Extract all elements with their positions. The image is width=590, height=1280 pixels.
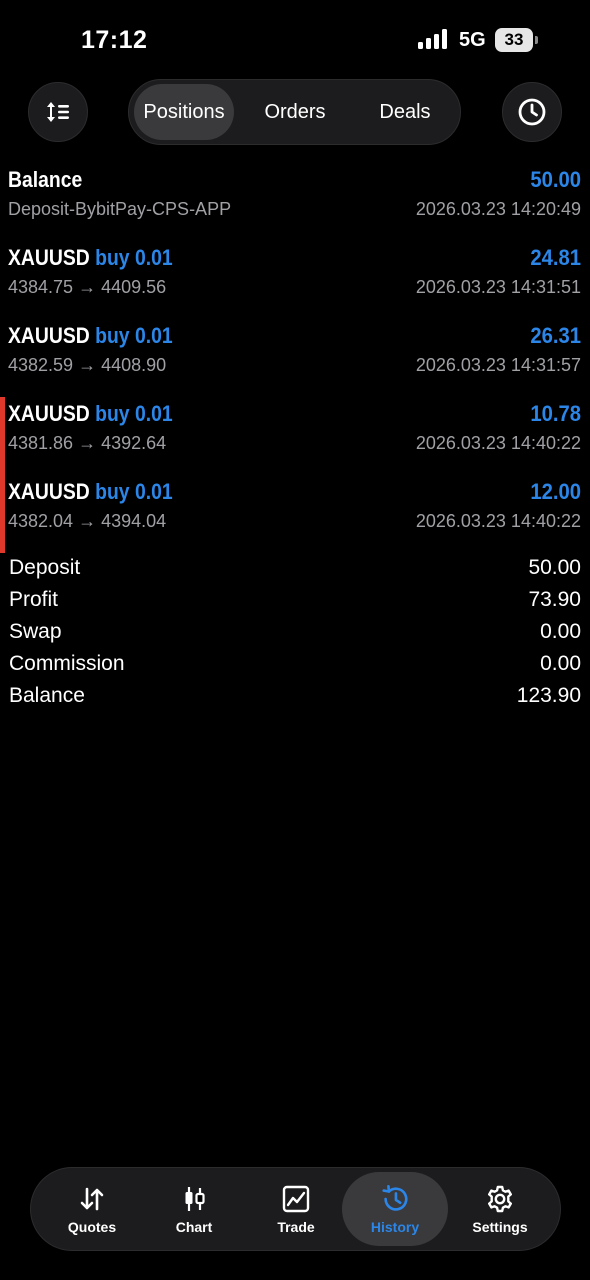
nav-quotes[interactable]: Quotes <box>39 1172 145 1246</box>
deal-side: buy 0.01 <box>95 323 173 348</box>
deal-symbol-name: XAUUSD <box>8 479 90 504</box>
deal-time: 2026.03.23 14:31:57 <box>415 355 581 375</box>
history-icon <box>380 1184 410 1214</box>
tab-deals[interactable]: Deals <box>352 84 458 140</box>
summary-label: Deposit <box>9 556 81 579</box>
summary-value: 0.00 <box>540 620 581 643</box>
deal-symbol-name: XAUUSD <box>8 323 90 348</box>
deal-time: 2026.03.23 14:40:22 <box>415 511 581 531</box>
network-type: 5G <box>459 29 486 51</box>
period-button[interactable] <box>502 82 562 142</box>
deal-time: 2026.03.23 14:20:49 <box>415 199 581 219</box>
deal-row-balance[interactable]: Balance 50.00 Deposit-BybitPay-CPS-APP 2… <box>0 163 590 241</box>
summary-value: 50.00 <box>528 556 581 579</box>
deal-time: 2026.03.23 14:31:51 <box>415 277 581 297</box>
clock-icon <box>518 98 546 126</box>
deal-time: 2026.03.23 14:40:22 <box>415 433 581 453</box>
quotes-arrows-icon <box>77 1184 107 1214</box>
battery-level: 33 <box>495 28 533 52</box>
nav-label: Quotes <box>67 1219 117 1235</box>
deal-symbol: XAUUSD buy 0.01 <box>8 245 173 271</box>
summary-block: Deposit 50.00 Profit 73.90 Swap 0.00 Com… <box>0 554 590 714</box>
summary-row-profit: Profit 73.90 <box>0 586 590 618</box>
deal-symbol: Balance <box>8 167 83 192</box>
signal-icon <box>418 29 447 49</box>
nav-label: Trade <box>277 1219 315 1235</box>
deal-symbol: XAUUSD buy 0.01 <box>8 479 173 505</box>
deal-side: buy 0.01 <box>95 245 173 270</box>
status-time: 17:12 <box>81 26 148 54</box>
summary-label: Commission <box>9 652 125 675</box>
summary-row-balance: Balance 123.90 <box>0 682 590 714</box>
deal-symbol: XAUUSD buy 0.01 <box>8 323 173 349</box>
deal-amount: 24.81 <box>530 245 581 270</box>
deals-list: Balance 50.00 Deposit-BybitPay-CPS-APP 2… <box>0 163 590 553</box>
nav-chart[interactable]: Chart <box>141 1172 247 1246</box>
nav-history[interactable]: History <box>342 1172 448 1246</box>
summary-row-commission: Commission 0.00 <box>0 650 590 682</box>
nav-settings[interactable]: Settings <box>447 1172 553 1246</box>
summary-value: 123.90 <box>516 684 581 707</box>
tab-positions[interactable]: Positions <box>134 84 234 140</box>
nav-label: Chart <box>175 1219 213 1235</box>
deal-amount: 12.00 <box>530 479 581 504</box>
deal-symbol: XAUUSD buy 0.01 <box>8 401 173 427</box>
deal-marker <box>0 397 5 475</box>
sort-list-icon <box>47 102 69 122</box>
deal-symbol-name: XAUUSD <box>8 401 90 426</box>
tab-orders[interactable]: Orders <box>242 84 348 140</box>
deal-comment: Deposit-BybitPay-CPS-APP <box>8 199 232 219</box>
trade-chart-icon <box>281 1184 311 1214</box>
deal-row[interactable]: XAUUSD buy 0.01 10.78 4381.86 → 4392.64 … <box>0 397 590 475</box>
deal-prices: 4384.75 → 4409.56 <box>8 277 167 297</box>
summary-value: 0.00 <box>540 652 581 675</box>
deal-marker <box>0 475 5 553</box>
summary-label: Balance <box>9 684 85 707</box>
battery-icon: 33 <box>495 28 539 52</box>
candlestick-icon <box>179 1184 209 1214</box>
deal-prices: 4382.04 → 4394.04 <box>8 511 167 531</box>
summary-label: Profit <box>9 588 59 611</box>
deal-symbol-name: XAUUSD <box>8 245 90 270</box>
deal-row[interactable]: XAUUSD buy 0.01 26.31 4382.59 → 4408.90 … <box>0 319 590 397</box>
deal-amount: 26.31 <box>530 323 581 348</box>
tab-switcher: Positions Orders Deals <box>128 79 461 145</box>
deal-side: buy 0.01 <box>95 401 173 426</box>
nav-trade[interactable]: Trade <box>243 1172 349 1246</box>
nav-label: History <box>370 1219 420 1235</box>
deal-amount: 50.00 <box>530 167 581 192</box>
gear-icon <box>485 1184 515 1214</box>
summary-label: Swap <box>9 620 62 643</box>
deal-prices: 4382.59 → 4408.90 <box>8 355 167 375</box>
sort-button[interactable] <box>28 82 88 142</box>
deal-prices: 4381.86 → 4392.64 <box>8 433 167 453</box>
deal-row[interactable]: XAUUSD buy 0.01 24.81 4384.75 → 4409.56 … <box>0 241 590 319</box>
deal-side: buy 0.01 <box>95 479 173 504</box>
nav-label: Settings <box>472 1219 528 1235</box>
deal-amount: 10.78 <box>530 401 581 426</box>
summary-row-deposit: Deposit 50.00 <box>0 554 590 586</box>
summary-row-swap: Swap 0.00 <box>0 618 590 650</box>
status-bar: 17:12 5G 33 <box>0 0 590 80</box>
summary-value: 73.90 <box>528 588 581 611</box>
deal-row[interactable]: XAUUSD buy 0.01 12.00 4382.04 → 4394.04 … <box>0 475 590 553</box>
bottom-nav: Quotes Chart Trade History Settings <box>30 1167 561 1251</box>
